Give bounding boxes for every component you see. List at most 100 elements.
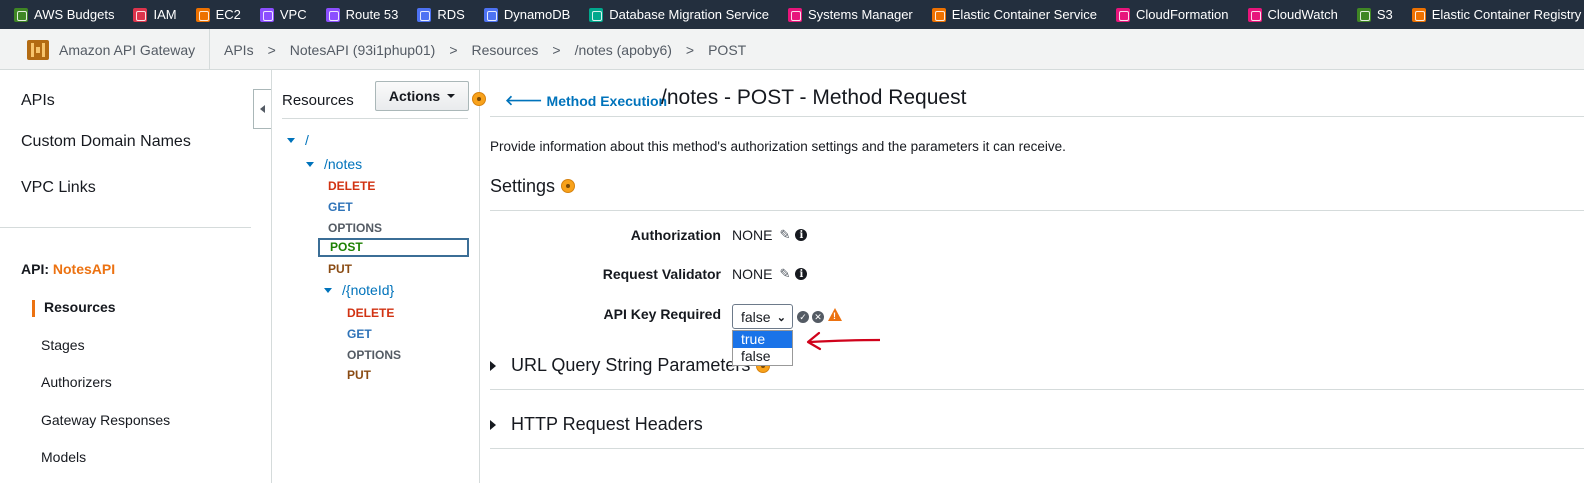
section-label: HTTP Request Headers: [511, 414, 703, 434]
request-validator-value-text: NONE: [732, 266, 773, 282]
collapse-nav-button[interactable]: [253, 89, 271, 129]
tree-noteid-label: /{noteId}: [342, 282, 395, 298]
favorite-label: Elastic Container Service: [951, 7, 1097, 22]
vpc-icon: [259, 7, 274, 22]
request-validator-value: NONE ✎ i: [732, 266, 808, 282]
favorite-iam[interactable]: IAM: [133, 7, 177, 22]
select-value: false: [741, 308, 771, 325]
tree-root[interactable]: /: [287, 132, 309, 148]
settings-divider: [490, 210, 1584, 211]
info-icon[interactable]: i: [795, 268, 808, 280]
method-execution-link[interactable]: 🡐 Method Execution: [505, 92, 667, 109]
favorite-dynamodb[interactable]: DynamoDB: [483, 7, 571, 22]
nav-stages[interactable]: Stages: [41, 337, 85, 353]
breadcrumb-separator: >: [685, 41, 695, 58]
method-delete[interactable]: DELETE: [328, 179, 375, 193]
breadcrumb-separator: >: [449, 41, 458, 58]
favorite-systems-manager[interactable]: Systems Manager: [788, 7, 913, 22]
breadcrumb-separator: >: [267, 41, 276, 58]
tree-notes[interactable]: /notes: [306, 156, 362, 172]
warning-mark: !: [833, 311, 836, 321]
actions-button[interactable]: Actions: [375, 81, 469, 111]
pencil-icon[interactable]: ✎: [779, 266, 790, 282]
request-validator-label: Request Validator: [602, 266, 721, 282]
favorite-vpc[interactable]: VPC: [259, 7, 307, 22]
nav-authorizers[interactable]: Authorizers: [41, 374, 112, 390]
page-title: /notes - POST - Method Request: [661, 86, 967, 109]
favorites-bar: AWS Budgets IAM EC2 VPC Route 53 RDS DynamoDB D…: [0, 0, 1584, 29]
expand-right-icon: [490, 360, 496, 371]
description: Provide information about this method's …: [490, 139, 1066, 154]
nav-custom-domain-names[interactable]: Custom Domain Names: [21, 133, 191, 151]
nav-apis[interactable]: APIs: [21, 92, 55, 110]
api-key-options-list: true false: [732, 330, 793, 366]
ecr-icon: [1411, 7, 1426, 22]
cloudwatch-icon: [1247, 7, 1262, 22]
breadcrumb-resource[interactable]: /notes (apoby6): [575, 42, 672, 58]
favorite-s3[interactable]: S3: [1356, 7, 1393, 22]
method-delete[interactable]: DELETE: [347, 306, 394, 320]
route53-icon: [325, 7, 340, 22]
caret-down-icon: [447, 94, 456, 98]
favorite-dms[interactable]: Database Migration Service: [589, 7, 769, 22]
favorite-label: Systems Manager: [808, 7, 913, 22]
method-request-panel: 🡐 Method Execution /notes - POST - Metho…: [480, 70, 1584, 483]
favorite-budgets[interactable]: AWS Budgets: [14, 7, 114, 22]
service-home-link[interactable]: Amazon API Gateway: [14, 29, 210, 70]
favorite-label: CloudFormation: [1136, 7, 1229, 22]
url-query-string-parameters-section[interactable]: URL Query String Parameters: [490, 355, 750, 376]
resources-pane: Resources Actions / /notes DELETE GET OP…: [272, 70, 486, 483]
tree-noteid[interactable]: /{noteId}: [324, 282, 394, 298]
cancel-icon[interactable]: ✕: [812, 311, 824, 323]
nav-models[interactable]: Models: [41, 449, 86, 465]
method-put[interactable]: PUT: [328, 262, 352, 276]
breadcrumb: APIs > NotesAPI (93i1phup01) > Resources…: [224, 29, 746, 70]
favorite-ecr[interactable]: Elastic Container Registry: [1411, 7, 1581, 22]
section-divider: [490, 389, 1584, 390]
method-post[interactable]: POST: [330, 240, 363, 254]
breadcrumb-apis[interactable]: APIs: [224, 42, 254, 58]
authorization-value-text: NONE: [732, 227, 773, 243]
option-false[interactable]: false: [733, 348, 792, 365]
iam-icon: [133, 7, 148, 22]
resources-title: Resources: [282, 92, 354, 109]
nav-resources[interactable]: Resources: [44, 299, 116, 315]
collapse-left-icon: [260, 105, 265, 113]
method-get[interactable]: GET: [347, 327, 372, 341]
favorite-label: Database Migration Service: [609, 7, 769, 22]
breadcrumb-resources[interactable]: Resources: [472, 42, 539, 58]
nav-divider: [0, 227, 251, 228]
favorite-cloudformation[interactable]: CloudFormation: [1116, 7, 1229, 22]
ecs-icon: [931, 7, 946, 22]
favorite-ecs[interactable]: Elastic Container Service: [931, 7, 1097, 22]
favorite-label: S3: [1376, 7, 1393, 22]
pencil-icon[interactable]: ✎: [779, 227, 790, 243]
systems-manager-icon: [788, 7, 802, 22]
http-request-headers-section[interactable]: HTTP Request Headers: [490, 414, 703, 435]
settings-help-icon[interactable]: [561, 179, 575, 193]
method-get[interactable]: GET: [328, 200, 353, 214]
info-icon[interactable]: i: [795, 229, 808, 241]
favorite-label: EC2: [215, 7, 241, 22]
favorite-route53[interactable]: Route 53: [325, 7, 398, 22]
dms-icon: [589, 7, 604, 22]
favorite-label: DynamoDB: [503, 7, 571, 22]
option-true[interactable]: true: [733, 331, 792, 348]
nav-vpc-links[interactable]: VPC Links: [21, 179, 96, 197]
service-name: Amazon API Gateway: [59, 41, 196, 58]
nav-gateway-responses[interactable]: Gateway Responses: [41, 412, 170, 428]
method-options[interactable]: OPTIONS: [328, 221, 382, 235]
method-options[interactable]: OPTIONS: [347, 348, 401, 362]
dynamodb-icon: [483, 7, 498, 22]
favorite-ec2[interactable]: EC2: [195, 7, 241, 22]
api-key-required-select[interactable]: false ⌄: [732, 304, 793, 329]
expand-icon: [287, 137, 295, 143]
favorite-rds[interactable]: RDS: [417, 7, 465, 22]
breadcrumb-api[interactable]: NotesAPI (93i1phup01): [290, 42, 436, 58]
favorite-cloudwatch[interactable]: CloudWatch: [1247, 7, 1338, 22]
method-put[interactable]: PUT: [347, 368, 371, 382]
tree-root-label: /: [305, 132, 309, 148]
confirm-icon[interactable]: ✓: [797, 311, 809, 323]
cloudformation-icon: [1116, 7, 1130, 22]
api-name-link[interactable]: NotesAPI: [53, 261, 115, 277]
